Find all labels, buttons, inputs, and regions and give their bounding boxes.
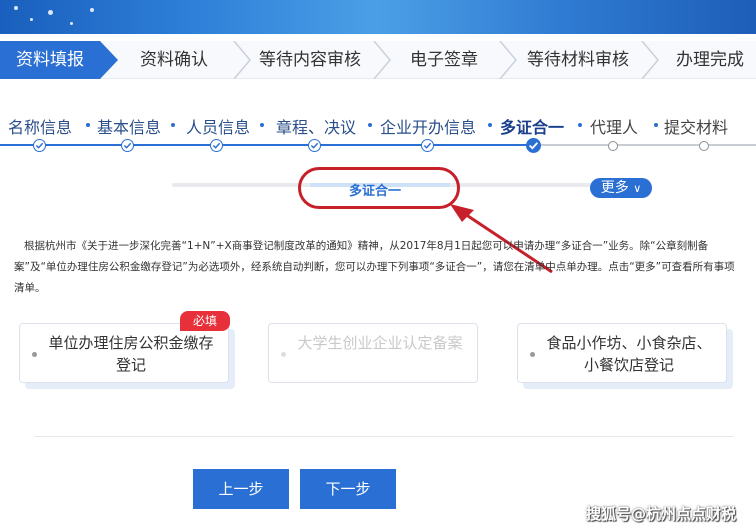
item-card-housing-fund[interactable]: 单位办理住房公积金缴存登记 — [19, 323, 229, 383]
sub-step-bar: 名称信息 基本信息 人员信息 章程、决议 企业开办信息 多证合一 代理人 提交材… — [0, 114, 756, 154]
current-step-check-icon — [526, 138, 541, 153]
check-icon — [210, 139, 223, 152]
separator-dot — [260, 123, 264, 127]
prev-button[interactable]: 上一步 — [193, 469, 289, 509]
substep-personnel-info[interactable]: 人员信息 — [186, 114, 250, 138]
notice-text: 根据杭州市《关于进一步深化完善“1+N”+X商事登记制度改革的通知》精神，从20… — [14, 240, 735, 294]
check-icon — [421, 139, 434, 152]
substep-enterprise-info[interactable]: 企业开办信息 — [380, 114, 476, 138]
item-card-food-workshop[interactable]: 食品小作坊、小食杂店、小餐饮店登记 — [517, 323, 727, 383]
check-icon — [308, 139, 321, 152]
chevron-down-icon: ∨ — [633, 182, 642, 195]
substep-name-info[interactable]: 名称信息 — [8, 114, 72, 138]
required-badge: 必填 — [180, 311, 230, 331]
chevron-right-icon — [499, 41, 517, 79]
substep-multi-cert[interactable]: 多证合一 — [500, 114, 564, 138]
pending-step-icon — [608, 141, 618, 151]
substep-agent[interactable]: 代理人 — [590, 114, 638, 138]
separator-dot — [171, 123, 175, 127]
substep-basic-info[interactable]: 基本信息 — [97, 114, 161, 138]
divider — [34, 436, 734, 437]
item-label: 单位办理住房公积金缴存登记 — [48, 334, 214, 374]
substep-articles-resolution[interactable]: 章程、决议 — [276, 114, 356, 138]
item-label: 食品小作坊、小食杂店、小餐饮店登记 — [546, 334, 712, 374]
main-step-e-signature[interactable]: 电子签章 — [392, 41, 496, 79]
bullet — [32, 352, 37, 357]
item-label: 大学生创业企业认定备案 — [297, 334, 463, 352]
substep-submit-materials[interactable]: 提交材料 — [664, 114, 728, 138]
more-button-label: 更多 — [600, 180, 629, 196]
chevron-right-icon — [641, 41, 659, 79]
separator-dot — [578, 123, 582, 127]
top-banner — [0, 0, 756, 34]
main-step-fill-info[interactable]: 资料填报 — [0, 41, 118, 79]
main-step-material-review[interactable]: 等待材料审核 — [518, 41, 638, 79]
chevron-right-icon — [373, 41, 391, 79]
chevron-right-icon — [233, 41, 251, 79]
check-icon — [33, 139, 46, 152]
separator-dot — [488, 123, 492, 127]
separator-dot — [86, 123, 90, 127]
main-step-content-review[interactable]: 等待内容审核 — [250, 41, 370, 79]
main-step-bar: 资料填报 资料确认 等待内容审核 电子签章 等待材料审核 办理完成 — [0, 41, 756, 79]
item-card-student-startup: 大学生创业企业认定备案 — [268, 323, 478, 383]
separator-dot — [368, 123, 372, 127]
main-step-confirm[interactable]: 资料确认 — [118, 41, 230, 79]
bullet — [530, 352, 535, 357]
pending-step-icon — [699, 141, 709, 151]
check-icon — [121, 139, 134, 152]
watermark: 搜狐号@杭州点点财税 — [586, 505, 737, 523]
separator-dot — [654, 123, 658, 127]
annotation-ellipse — [298, 167, 460, 209]
bullet — [281, 352, 286, 357]
main-step-complete[interactable]: 办理完成 — [664, 41, 756, 79]
next-button[interactable]: 下一步 — [300, 469, 396, 509]
more-button[interactable]: 更多 ∨ — [590, 178, 652, 198]
